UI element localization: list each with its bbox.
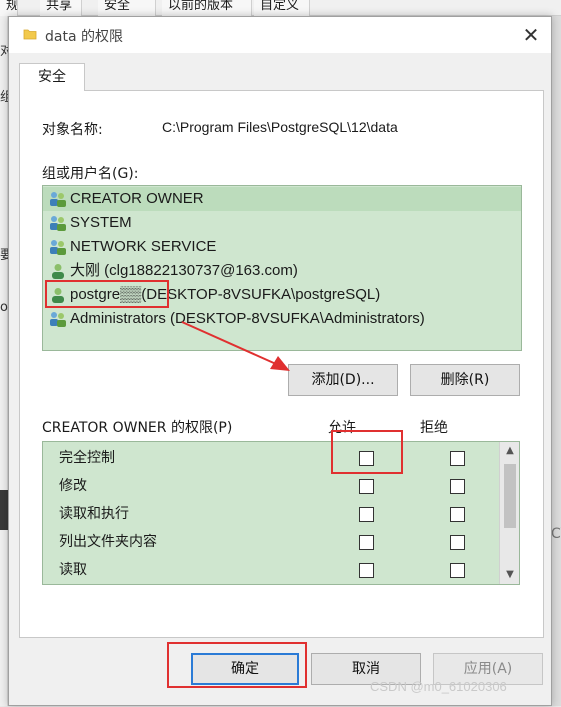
user-name: 大刚 (clg18822130737@163.com) <box>70 262 298 279</box>
permission-name: 完全控制 <box>59 450 115 466</box>
dialog-title: data 的权限 <box>45 29 123 45</box>
allow-checkbox[interactable] <box>359 563 374 578</box>
table-row: 列出文件夹内容 <box>43 528 499 556</box>
title-bar[interactable]: data 的权限 ✕ <box>9 17 551 53</box>
user-name: SYSTEM <box>70 214 132 231</box>
group-users-icon <box>50 192 66 207</box>
user-name: CREATOR OWNER <box>70 190 204 207</box>
object-name-value: C:\Program Files\PostgreSQL\12\data <box>162 119 398 135</box>
deny-column-header: 拒绝 <box>420 420 448 436</box>
allow-checkbox[interactable] <box>359 479 374 494</box>
list-item[interactable]: SYSTEM <box>43 211 521 235</box>
permissions-scrollbar[interactable]: ▲ ▼ <box>499 442 519 584</box>
permission-name: 列出文件夹内容 <box>59 534 157 550</box>
list-item[interactable]: NETWORK SERVICE <box>43 235 521 259</box>
user-name: Administrators (DESKTOP-8VSUFKA\Administ… <box>70 310 425 327</box>
dialog-body: 安全 对象名称: C:\Program Files\PostgreSQL\12\… <box>9 53 551 705</box>
scroll-thumb[interactable] <box>504 464 516 528</box>
allow-checkbox[interactable] <box>359 535 374 550</box>
group-users-icon <box>50 312 66 327</box>
close-icon: ✕ <box>522 23 540 47</box>
permissions-list[interactable]: 完全控制 修改 读取和执行 列出文件夹内容 读取 ▲ ▼ <box>42 441 520 585</box>
add-button[interactable]: 添加(D)... <box>288 364 398 396</box>
user-name: postgre▒▒(DESKTOP-8VSUFKA\postgreSQL) <box>70 286 381 303</box>
table-row: 修改 <box>43 472 499 500</box>
background-tab-strip: 规 共享 安全 以前的版本 自定义 <box>0 0 561 16</box>
remove-button[interactable]: 删除(R) <box>410 364 520 396</box>
single-user-icon <box>52 288 64 303</box>
scroll-down-icon[interactable]: ▼ <box>500 566 519 584</box>
group-users-label: 组或用户名(G): <box>42 166 139 182</box>
permission-name: 修改 <box>59 478 87 494</box>
allow-column-header: 允许 <box>328 420 356 436</box>
background-window-edge-right <box>552 16 561 706</box>
background-tab-share[interactable]: 共享 <box>40 0 82 16</box>
single-user-icon <box>52 264 64 279</box>
security-panel: 对象名称: C:\Program Files\PostgreSQL\12\dat… <box>19 90 544 638</box>
user-name: NETWORK SERVICE <box>70 238 217 255</box>
deny-checkbox[interactable] <box>450 507 465 522</box>
watermark-text: CSDN @m0_61020306 <box>370 679 507 694</box>
background-tab-customize[interactable]: 自定义 <box>254 0 310 16</box>
ok-button[interactable]: 确定 <box>191 653 299 685</box>
tab-security[interactable]: 安全 <box>19 63 85 91</box>
list-item[interactable]: 大刚 (clg18822130737@163.com) <box>43 259 521 283</box>
background-text: C\ <box>551 526 561 542</box>
group-users-icon <box>50 216 66 231</box>
background-window-edge <box>0 16 8 706</box>
permission-name: 读取 <box>59 562 87 578</box>
folder-icon <box>23 29 37 40</box>
scroll-up-icon[interactable]: ▲ <box>500 442 519 460</box>
background-tab-previous-versions[interactable]: 以前的版本 <box>162 0 252 16</box>
allow-checkbox[interactable] <box>359 451 374 466</box>
close-button[interactable]: ✕ <box>517 21 545 49</box>
deny-checkbox[interactable] <box>450 451 465 466</box>
list-item[interactable]: postgre▒▒(DESKTOP-8VSUFKA\postgreSQL) <box>43 283 521 307</box>
deny-checkbox[interactable] <box>450 563 465 578</box>
background-tab-general[interactable]: 规 <box>0 0 18 16</box>
list-item[interactable]: Administrators (DESKTOP-8VSUFKA\Administ… <box>43 307 521 331</box>
user-list[interactable]: CREATOR OWNER SYSTEM NETWORK SERVICE 大刚 … <box>42 185 522 351</box>
deny-checkbox[interactable] <box>450 535 465 550</box>
list-item[interactable]: CREATOR OWNER <box>43 187 521 211</box>
allow-checkbox[interactable] <box>359 507 374 522</box>
permissions-dialog: data 的权限 ✕ 安全 对象名称: C:\Program Files\Pos… <box>8 16 552 706</box>
group-users-icon <box>50 240 66 255</box>
permission-name: 读取和执行 <box>59 506 129 522</box>
table-row: 完全控制 <box>43 444 499 472</box>
permissions-label: CREATOR OWNER 的权限(P) <box>42 420 233 436</box>
deny-checkbox[interactable] <box>450 479 465 494</box>
background-tab-security[interactable]: 安全 <box>98 0 156 16</box>
table-row: 读取 <box>43 556 499 584</box>
object-name-label: 对象名称: <box>42 122 103 138</box>
background-dark-strip <box>0 490 8 530</box>
table-row: 读取和执行 <box>43 500 499 528</box>
